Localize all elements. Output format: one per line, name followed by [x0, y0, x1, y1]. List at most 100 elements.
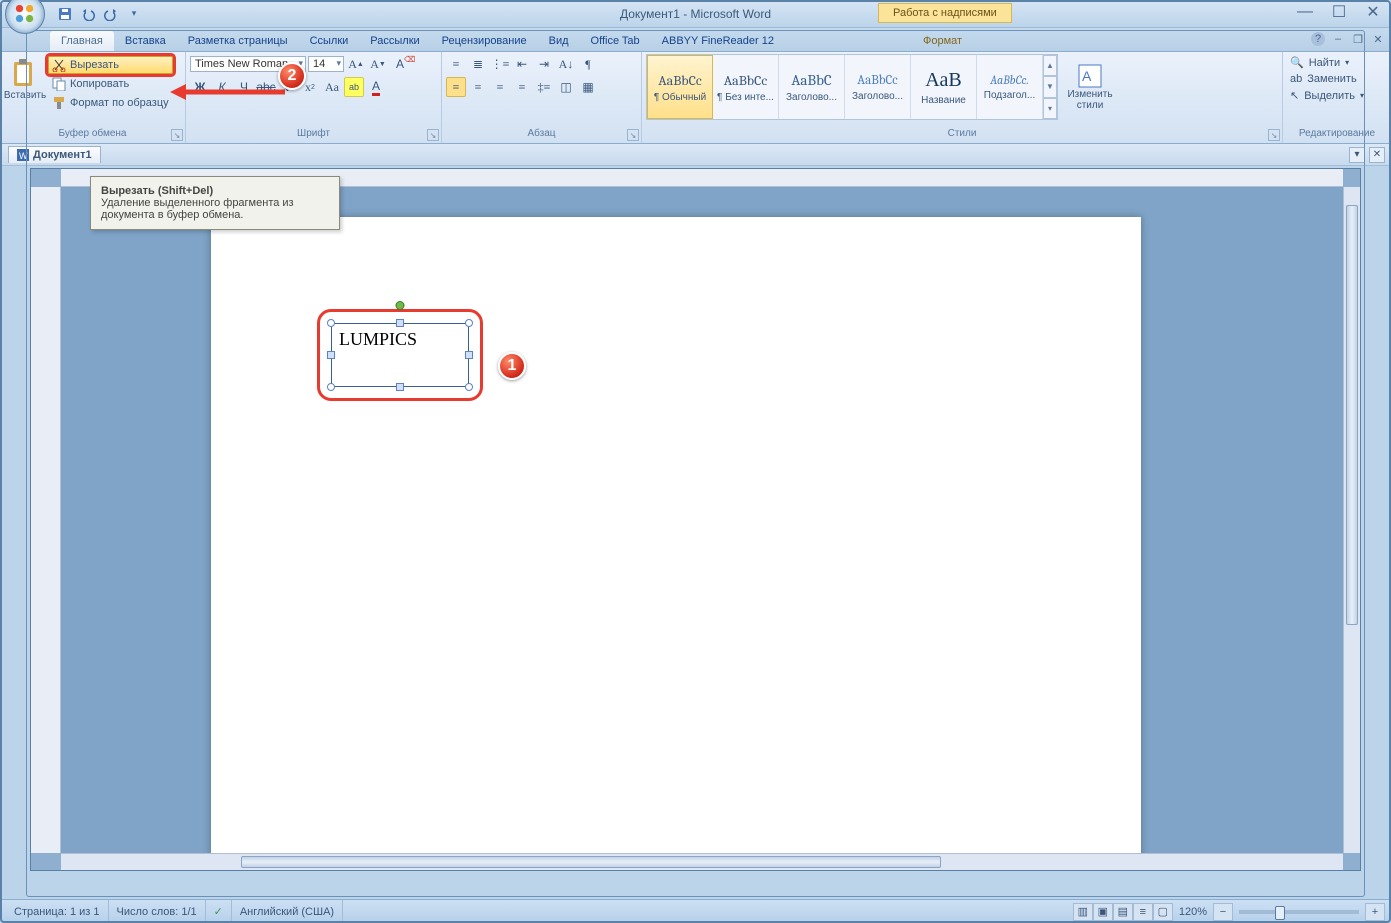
maximize-button[interactable]: ☐ [1326, 3, 1352, 21]
doctabs-dropdown-icon[interactable]: ▾ [1349, 147, 1365, 163]
tab-home[interactable]: Главная [50, 31, 114, 51]
view-web-icon[interactable]: ▤ [1113, 903, 1133, 921]
view-outline-icon[interactable]: ≡ [1133, 903, 1153, 921]
horizontal-scrollbar-thumb[interactable] [241, 856, 941, 868]
status-words[interactable]: Число слов: 1/1 [109, 900, 206, 923]
replace-button[interactable]: abЗаменить [1287, 71, 1387, 87]
vertical-scrollbar-thumb[interactable] [1346, 205, 1358, 625]
mdi-minimize-icon[interactable]: – [1331, 32, 1345, 46]
tab-review[interactable]: Рецензирование [431, 31, 538, 51]
undo-icon[interactable] [78, 4, 98, 24]
borders-icon[interactable]: ▦ [578, 77, 598, 97]
align-left-icon[interactable]: ≡ [446, 77, 466, 97]
text-box-content[interactable]: LUMPICS [339, 329, 417, 350]
page[interactable]: LUMPICS [211, 217, 1141, 853]
copy-button[interactable]: Копировать [48, 75, 173, 93]
zoom-slider[interactable] [1239, 910, 1359, 914]
vertical-ruler[interactable] [31, 187, 61, 853]
status-proofing[interactable]: ✓ [206, 900, 232, 923]
scissors-icon [52, 58, 66, 72]
align-right-icon[interactable]: ≡ [490, 77, 510, 97]
rotate-handle[interactable] [396, 301, 405, 310]
tab-insert[interactable]: Вставка [114, 31, 177, 51]
style-normal[interactable]: AaBbCc¶ Обычный [647, 55, 713, 119]
gallery-down-icon[interactable]: ▼ [1043, 76, 1057, 97]
grow-font-icon[interactable]: A▲ [346, 54, 366, 74]
resize-handle-bl[interactable] [327, 383, 335, 391]
qat-dropdown-icon[interactable]: ▾ [124, 4, 144, 24]
decrease-indent-icon[interactable]: ⇤ [512, 54, 532, 74]
tab-office-tab[interactable]: Office Tab [580, 31, 651, 51]
mdi-close-icon[interactable]: ✕ [1371, 32, 1385, 46]
align-center-icon[interactable]: ≡ [468, 77, 488, 97]
styles-gallery[interactable]: AaBbCc¶ Обычный AaBbCc¶ Без инте... AaBb… [646, 54, 1058, 120]
font-launcher[interactable]: ↘ [427, 129, 439, 141]
sort-icon[interactable]: A↓ [556, 54, 576, 74]
tab-view[interactable]: Вид [538, 31, 580, 51]
tab-abbyy[interactable]: ABBYY FineReader 12 [651, 31, 785, 51]
gallery-more-icon[interactable]: ▾ [1043, 98, 1057, 119]
find-button[interactable]: 🔍Найти▾ [1287, 54, 1387, 71]
status-language[interactable]: Английский (США) [232, 900, 343, 923]
change-styles-button[interactable]: A Изменить стили [1062, 54, 1118, 120]
shrink-font-icon[interactable]: A▼ [368, 54, 388, 74]
gallery-up-icon[interactable]: ▲ [1043, 55, 1057, 76]
resize-handle-t[interactable] [396, 319, 404, 327]
clear-formatting-icon[interactable]: A⌫ [390, 54, 410, 74]
style-subtitle[interactable]: AaBbCc.Подзагол... [977, 55, 1043, 119]
style-no-spacing[interactable]: AaBbCc¶ Без инте... [713, 55, 779, 119]
view-draft-icon[interactable]: ▢ [1153, 903, 1173, 921]
mdi-restore-icon[interactable]: ❐ [1351, 32, 1365, 46]
save-icon[interactable] [55, 4, 75, 24]
paste-button[interactable]: Вставить [4, 54, 46, 124]
justify-icon[interactable]: ≡ [512, 77, 532, 97]
tab-format[interactable]: Формат [912, 31, 973, 51]
style-heading1[interactable]: AaBbCЗаголово... [779, 55, 845, 119]
clipboard-launcher[interactable]: ↘ [171, 129, 183, 141]
text-box[interactable]: LUMPICS [325, 317, 475, 393]
bullets-icon[interactable]: ≡ [446, 54, 466, 74]
tab-page-layout[interactable]: Разметка страницы [177, 31, 299, 51]
callout-arrow [170, 82, 290, 102]
document-canvas[interactable]: LUMPICS [61, 187, 1343, 853]
redo-icon[interactable] [101, 4, 121, 24]
tab-mailings[interactable]: Рассылки [359, 31, 430, 51]
zoom-out-button[interactable]: − [1213, 903, 1233, 921]
resize-handle-r[interactable] [465, 351, 473, 359]
tab-references[interactable]: Ссылки [299, 31, 360, 51]
change-case-icon[interactable]: Aa [322, 77, 342, 97]
multilevel-icon[interactable]: ⋮≡ [490, 54, 510, 74]
resize-handle-l[interactable] [327, 351, 335, 359]
horizontal-scrollbar[interactable] [61, 853, 1343, 870]
view-print-layout-icon[interactable]: ▥ [1073, 903, 1093, 921]
resize-handle-tr[interactable] [465, 319, 473, 327]
doctabs-close-icon[interactable]: ✕ [1369, 147, 1385, 163]
format-painter-button[interactable]: Формат по образцу [48, 94, 173, 112]
numbering-icon[interactable]: ≣ [468, 54, 488, 74]
paragraph-launcher[interactable]: ↘ [627, 129, 639, 141]
resize-handle-tl[interactable] [327, 319, 335, 327]
vertical-scrollbar[interactable] [1343, 187, 1360, 853]
increase-indent-icon[interactable]: ⇥ [534, 54, 554, 74]
style-title[interactable]: АаВНазвание [911, 55, 977, 119]
show-marks-icon[interactable]: ¶ [578, 54, 598, 74]
font-size-combo[interactable]: 14 [308, 56, 344, 72]
view-full-screen-icon[interactable]: ▣ [1093, 903, 1113, 921]
styles-launcher[interactable]: ↘ [1268, 129, 1280, 141]
close-button[interactable]: ✕ [1360, 3, 1386, 21]
style-heading2[interactable]: AaBbCcЗаголово... [845, 55, 911, 119]
resize-handle-b[interactable] [396, 383, 404, 391]
cut-button[interactable]: Вырезать [48, 56, 173, 74]
line-spacing-icon[interactable]: ‡≡ [534, 77, 554, 97]
shading-icon[interactable]: ◫ [556, 77, 576, 97]
highlight-icon[interactable]: ab [344, 77, 364, 97]
help-icon[interactable]: ? [1311, 32, 1325, 46]
zoom-level[interactable]: 120% [1173, 906, 1213, 918]
font-color-icon[interactable]: A [366, 77, 386, 97]
select-button[interactable]: ↖Выделить▾ [1287, 87, 1387, 104]
document-tab[interactable]: W Документ1 [8, 146, 101, 163]
status-page[interactable]: Страница: 1 из 1 [6, 900, 109, 923]
zoom-in-button[interactable]: + [1365, 903, 1385, 921]
minimize-button[interactable]: — [1292, 3, 1318, 21]
resize-handle-br[interactable] [465, 383, 473, 391]
